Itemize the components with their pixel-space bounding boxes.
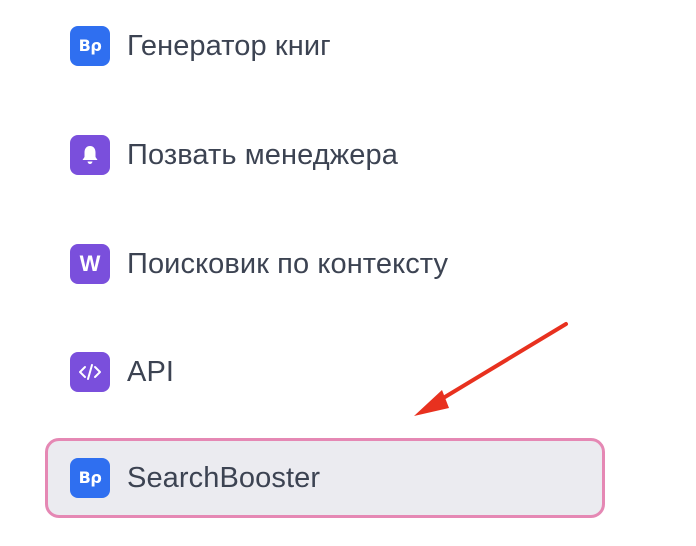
bo-logo-icon: Bρ [70, 458, 110, 498]
menu-item-label: Генератор книг [127, 29, 331, 62]
w-letter-icon: W [70, 244, 110, 284]
menu-item-label: Поисковик по контексту [127, 247, 449, 280]
menu-item-searchbooster[interactable]: Bρ SearchBooster [70, 458, 320, 498]
bo-logo-icon: Bρ [70, 26, 110, 66]
bo-logo-text: Bρ [78, 36, 102, 55]
menu-item-book-generator[interactable]: Bρ Генератор книг [70, 26, 331, 66]
menu-item-label: API [127, 355, 175, 388]
menu-item-api[interactable]: API [70, 352, 174, 392]
menu-item-label: Позвать менеджера [127, 138, 398, 171]
menu-item-label: SearchBooster [127, 461, 321, 494]
code-icon [70, 352, 110, 392]
menu-item-context-search[interactable]: W Поисковик по контексту [70, 244, 448, 284]
w-letter-text: W [79, 251, 101, 276]
bo-logo-text: Bρ [78, 468, 102, 487]
menu-item-call-manager[interactable]: Позвать менеджера [70, 135, 398, 175]
bell-icon [70, 135, 110, 175]
menu-list: Bρ Генератор книг Позвать менеджера W По… [0, 0, 696, 546]
